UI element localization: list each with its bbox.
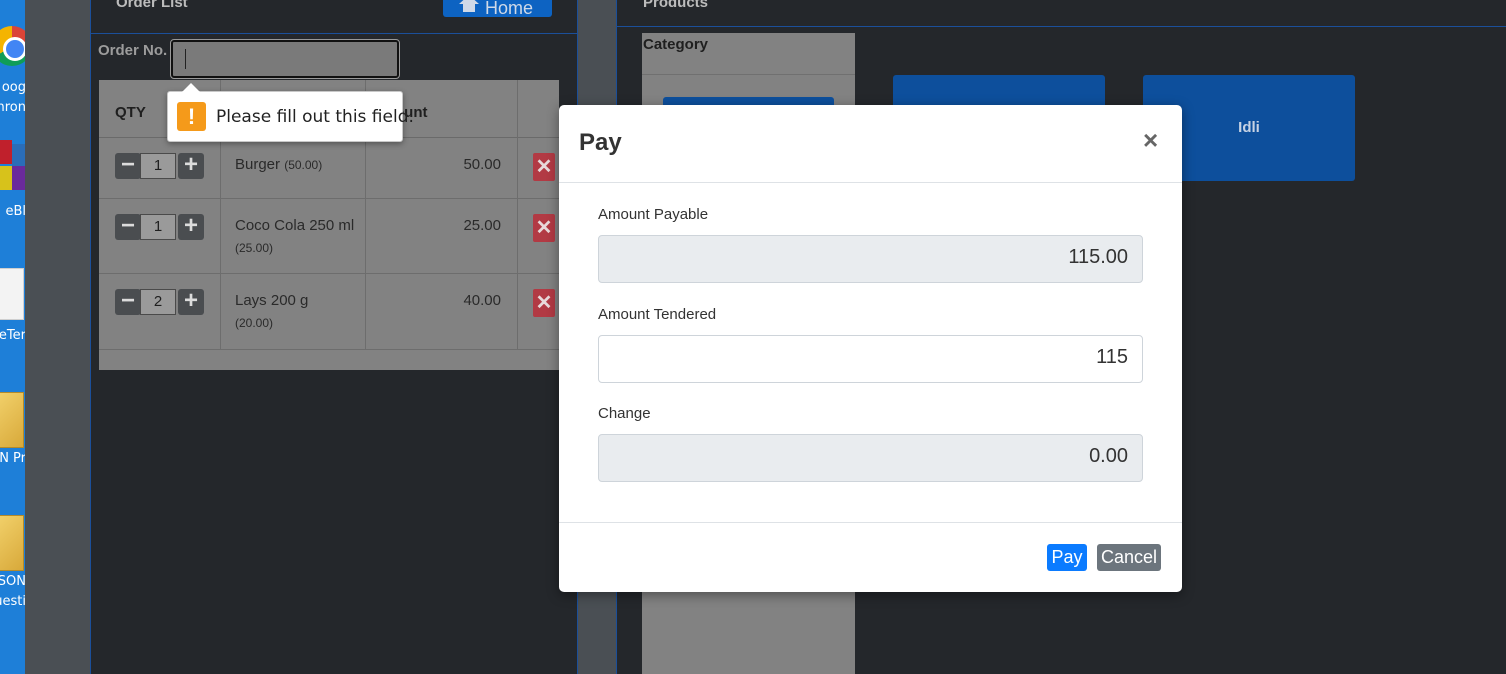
product-name-text: Burger [235, 156, 281, 173]
order-list-title: Order List [116, 0, 188, 11]
order-no-input[interactable] [170, 39, 400, 79]
remove-item-button[interactable]: ✕ [533, 153, 555, 181]
change-field: 0.00 [598, 434, 1143, 482]
qty-input[interactable]: 2 [140, 289, 176, 315]
increase-qty-button[interactable]: + [178, 214, 204, 240]
folder-icon[interactable] [0, 392, 24, 448]
increase-qty-button[interactable]: + [178, 153, 204, 179]
table-row: − 2 + Lays 200 g (20.00) 40.00 ✕ [99, 274, 559, 350]
pay-button[interactable]: Pay [1047, 544, 1087, 571]
desktop-label: oog [1, 80, 25, 95]
pay-modal: Pay × Amount Payable 115.00 Amount Tende… [559, 105, 1182, 592]
desktop-label: hron [0, 100, 25, 115]
validation-tooltip: ! Please fill out this field. [167, 83, 414, 142]
table-row: − 1 + Coco Cola 250 ml (25.00) 25.00 ✕ [99, 199, 559, 274]
home-icon [459, 0, 479, 15]
desktop-label: N Pr [0, 451, 25, 466]
unit-price: (25.00) [235, 241, 274, 255]
decrease-qty-button[interactable]: − [115, 214, 141, 240]
table-row: − 1 + Burger (50.00) 50.00 ✕ [99, 138, 559, 199]
qty-input[interactable]: 1 [140, 214, 176, 240]
desktop-label: uesti [0, 594, 25, 609]
line-amount: 40.00 [463, 292, 501, 309]
cancel-button[interactable]: Cancel [1097, 544, 1161, 571]
home-button-label: Home [485, 0, 534, 18]
chrome-icon[interactable] [0, 26, 25, 66]
desktop-strip: oog hron eBl eTer N Pr SON uesti [0, 0, 25, 674]
order-list-header: Order List Home [91, 0, 578, 34]
text-caret [185, 49, 186, 69]
decrease-qty-button[interactable]: − [115, 289, 141, 315]
product-name: Burger (50.00) [235, 154, 355, 176]
unit-price: (50.00) [284, 158, 323, 172]
line-amount: 50.00 [463, 156, 501, 173]
change-label: Change [598, 405, 651, 422]
increase-qty-button[interactable]: + [178, 289, 204, 315]
amount-payable-field: 115.00 [598, 235, 1143, 283]
product-name-text: Lays 200 g [235, 292, 309, 309]
line-amount: 25.00 [463, 217, 501, 234]
modal-footer-divider [559, 522, 1182, 523]
modal-title: Pay [579, 129, 622, 156]
modal-header: Pay × [559, 105, 1182, 183]
amount-tendered-field[interactable]: 115 [598, 335, 1143, 383]
close-icon[interactable]: × [1143, 127, 1158, 153]
amount-payable-label: Amount Payable [598, 206, 709, 223]
header-qty: QTY [115, 104, 146, 121]
qty-input[interactable]: 1 [140, 153, 176, 179]
tooltip-message: Please fill out this field. [216, 107, 414, 127]
desktop-label: eTer [0, 328, 25, 343]
order-no-label: Order No. [98, 42, 168, 59]
desktop-label: SON [0, 574, 25, 589]
unit-price: (20.00) [235, 316, 274, 330]
product-name-text: Coco Cola 250 ml [235, 217, 355, 234]
remove-item-button[interactable]: ✕ [533, 289, 555, 317]
folder-icon[interactable] [0, 515, 24, 571]
product-name: Lays 200 g (20.00) [235, 290, 355, 334]
document-icon[interactable] [0, 268, 24, 320]
product-name: Coco Cola 250 ml (25.00) [235, 215, 355, 259]
warning-icon: ! [177, 102, 206, 131]
desktop-label: eBl [5, 204, 25, 219]
category-divider [642, 74, 855, 75]
decrease-qty-button[interactable]: − [115, 153, 141, 179]
remove-item-button[interactable]: ✕ [533, 214, 555, 242]
backdrop-gutter [25, 0, 90, 674]
products-header: Products [617, 0, 1506, 27]
products-title: Products [643, 0, 709, 11]
winrar-icon[interactable] [0, 140, 25, 192]
home-button[interactable]: Home [443, 0, 552, 18]
category-title: Category [643, 36, 709, 53]
amount-tendered-label: Amount Tendered [598, 306, 717, 323]
